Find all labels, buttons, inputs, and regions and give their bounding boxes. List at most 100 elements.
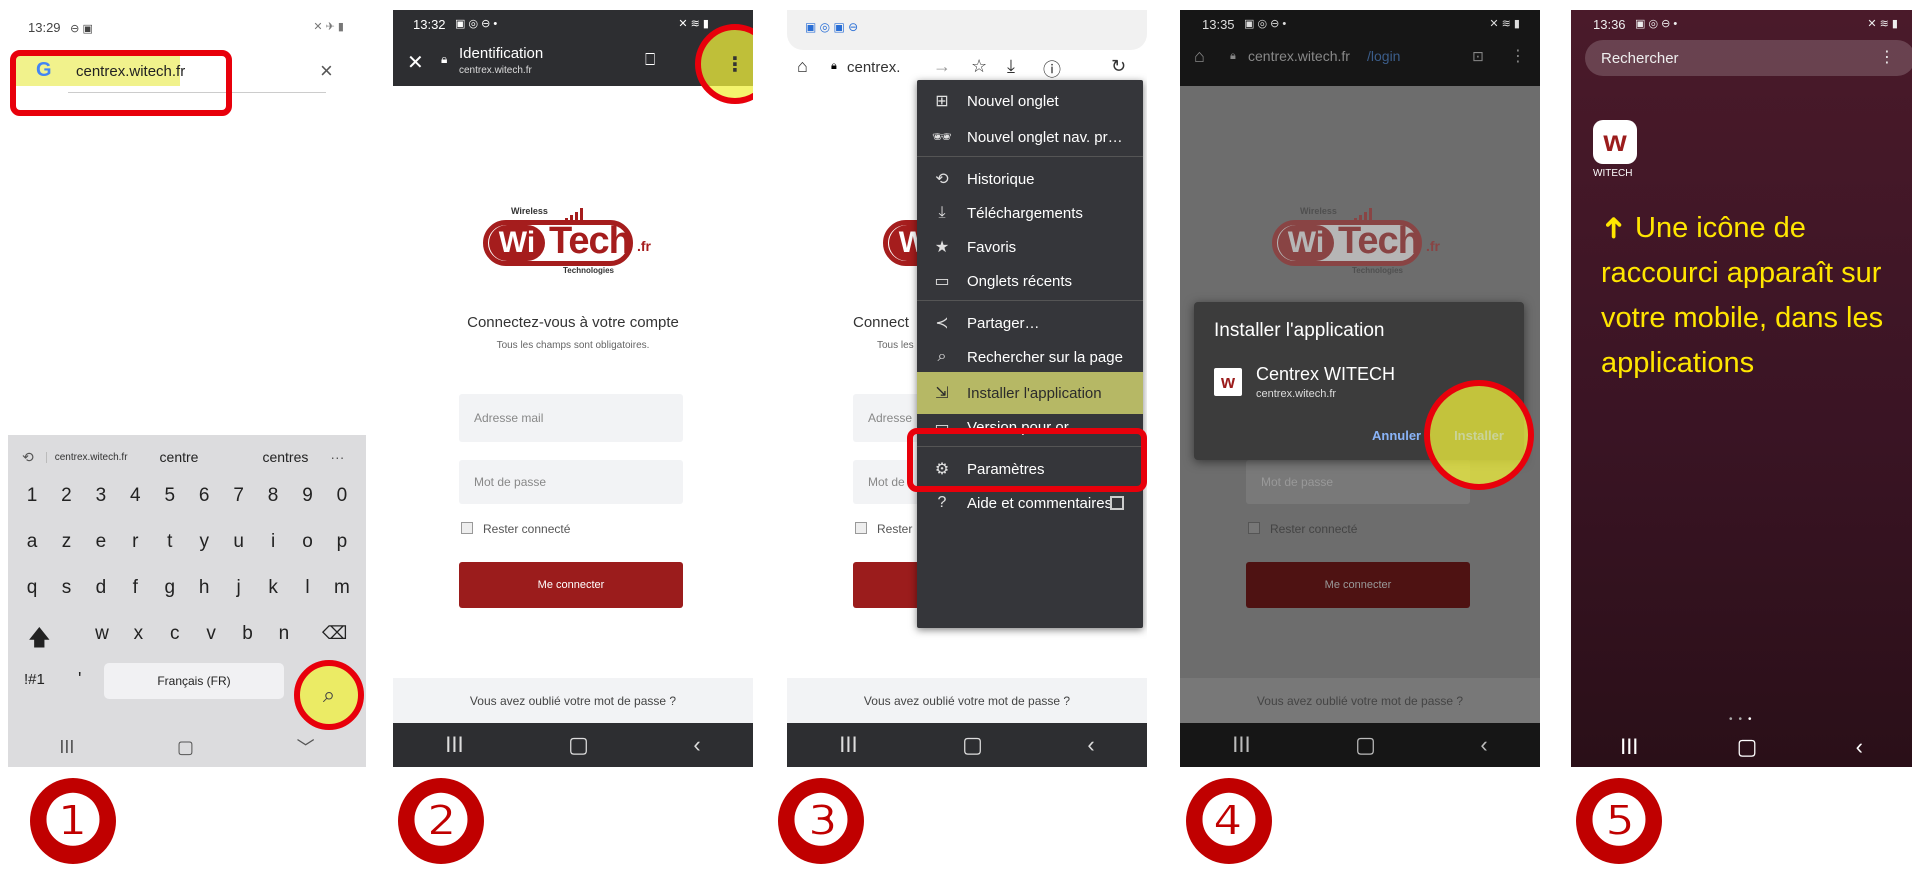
search-key[interactable]: ⌕ <box>294 660 364 730</box>
space-key[interactable]: Français (FR) <box>104 663 284 699</box>
key[interactable]: c <box>161 623 189 645</box>
cancel-button[interactable]: Annuler <box>1372 428 1421 443</box>
more-suggestions[interactable]: ··· <box>330 449 344 465</box>
info-icon[interactable]: ⓘ <box>1043 56 1061 82</box>
home-icon[interactable]: ▢ <box>177 737 194 758</box>
symbols-key[interactable]: !#1 <box>24 671 45 688</box>
back-icon[interactable]: ‹ <box>693 732 700 758</box>
key[interactable]: u <box>225 531 253 553</box>
key[interactable]: r <box>121 531 149 553</box>
login-heading: Connect <box>853 314 909 331</box>
search-bar[interactable]: Rechercher ⋮ <box>1585 40 1912 76</box>
recents-icon[interactable]: III <box>1232 732 1250 758</box>
key[interactable]: k <box>259 577 287 599</box>
password-field[interactable]: Mot de passe <box>459 460 683 504</box>
key[interactable]: x <box>124 623 152 645</box>
back-icon[interactable]: ‹ <box>1480 732 1487 758</box>
login-note: Tous les <box>877 340 914 351</box>
key[interactable]: 3 <box>87 485 115 507</box>
key[interactable]: p <box>328 531 356 553</box>
key[interactable]: q <box>18 577 46 599</box>
suggestion-item[interactable]: centrex.witech.fr <box>45 451 128 463</box>
menu-item[interactable]: 🕶 Nouvel onglet nav. pr… <box>917 116 1143 158</box>
more-vert-icon[interactable]: ⋮ <box>1510 46 1526 66</box>
dialog-title: Installer l'application <box>1214 320 1385 341</box>
back-icon[interactable]: ‹ <box>1856 734 1863 760</box>
menu-item[interactable]: ▭ Onglets récents <box>917 260 1143 302</box>
desktop-checkbox[interactable] <box>1110 496 1124 510</box>
tabs-icon[interactable]: ⊡ <box>1472 48 1484 65</box>
key[interactable]: n <box>270 623 298 645</box>
key[interactable]: d <box>87 577 115 599</box>
key[interactable]: 4 <box>121 485 149 507</box>
key[interactable]: 1 <box>18 485 46 507</box>
status-bar: ▣ ◎ ▣ ⊖ <box>787 10 1147 50</box>
more-vert-icon[interactable]: ⋮ <box>1879 47 1895 67</box>
key[interactable]: t <box>156 531 184 553</box>
lock-icon: 🔒︎ <box>831 60 837 72</box>
clear-icon[interactable]: × <box>320 58 333 84</box>
key[interactable]: m <box>328 577 356 599</box>
key[interactable]: 6 <box>190 485 218 507</box>
remember-checkbox[interactable] <box>1248 522 1260 534</box>
key[interactable]: 2 <box>52 485 80 507</box>
close-icon[interactable]: ✕ <box>407 50 424 75</box>
key[interactable]: 9 <box>294 485 322 507</box>
key[interactable]: v <box>197 623 225 645</box>
forgot-link[interactable]: Vous avez oublié votre mot de passe ? <box>787 694 1147 708</box>
download-icon[interactable]: ⤓ <box>1007 56 1015 77</box>
key[interactable]: g <box>156 577 184 599</box>
apostrophe-key[interactable]: ' <box>78 669 81 690</box>
clipboard-icon[interactable]: ⟲ <box>22 449 34 466</box>
url-host[interactable]: centrex.witech.fr <box>1248 48 1350 64</box>
forgot-link[interactable]: Vous avez oublié votre mot de passe ? <box>393 694 753 708</box>
key[interactable]: o <box>294 531 322 553</box>
home-icon[interactable]: ⌂ <box>1194 46 1205 67</box>
login-button[interactable]: Me connecter <box>459 562 683 608</box>
recents-icon[interactable]: III <box>1620 734 1638 760</box>
star-outline-icon[interactable]: ☆ <box>971 56 987 77</box>
key[interactable]: 5 <box>156 485 184 507</box>
key[interactable]: b <box>234 623 262 645</box>
home-icon[interactable]: ▢ <box>962 732 983 758</box>
login-button[interactable]: Me connecter <box>1246 562 1470 608</box>
chrome-menu: ⊞ Nouvel onglet 🕶 Nouvel onglet nav. pr… ⟲ Hi… <box>917 80 1143 628</box>
install-button[interactable]: Installer <box>1424 380 1534 490</box>
key[interactable]: 8 <box>259 485 287 507</box>
key[interactable]: j <box>225 577 253 599</box>
recents-icon[interactable]: III <box>839 732 857 758</box>
key[interactable]: i <box>259 531 287 553</box>
remember-checkbox[interactable] <box>855 522 867 534</box>
key[interactable]: w <box>88 623 116 645</box>
url-text[interactable]: centrex. <box>847 59 900 76</box>
remember-checkbox[interactable] <box>461 522 473 534</box>
home-icon[interactable]: ▢ <box>1355 732 1376 758</box>
key[interactable]: z <box>52 531 80 553</box>
suggestion-item[interactable]: centres <box>262 449 308 465</box>
key[interactable]: 7 <box>225 485 253 507</box>
shift-key[interactable]: 🡅 <box>28 621 51 659</box>
suggestion-item[interactable]: centre <box>160 449 199 465</box>
key[interactable]: s <box>52 577 80 599</box>
forward-icon[interactable]: → <box>933 56 951 77</box>
home-icon[interactable]: ▢ <box>1737 734 1758 760</box>
forgot-link[interactable]: Vous avez oublié votre mot de passe ? <box>1180 694 1540 708</box>
home-icon[interactable]: ⌂ <box>797 56 808 77</box>
back-icon[interactable]: ‹ <box>1087 732 1094 758</box>
home-icon[interactable]: ▢ <box>568 732 589 758</box>
bookmark-icon[interactable]: ⎕ <box>645 50 655 70</box>
key[interactable]: h <box>190 577 218 599</box>
refresh-icon[interactable]: ↻ <box>1111 56 1126 77</box>
backspace-key[interactable]: ⌫ <box>322 623 347 644</box>
key[interactable]: a <box>18 531 46 553</box>
recents-icon[interactable]: III <box>445 732 463 758</box>
recents-icon[interactable]: III <box>59 737 74 758</box>
key[interactable]: f <box>121 577 149 599</box>
witech-app-icon[interactable]: w <box>1593 120 1637 164</box>
email-field[interactable]: Adresse mail <box>459 394 683 442</box>
key[interactable]: l <box>294 577 322 599</box>
key[interactable]: e <box>87 531 115 553</box>
back-icon[interactable]: ﹀ <box>297 734 315 760</box>
key[interactable]: y <box>190 531 218 553</box>
key[interactable]: 0 <box>328 485 356 507</box>
